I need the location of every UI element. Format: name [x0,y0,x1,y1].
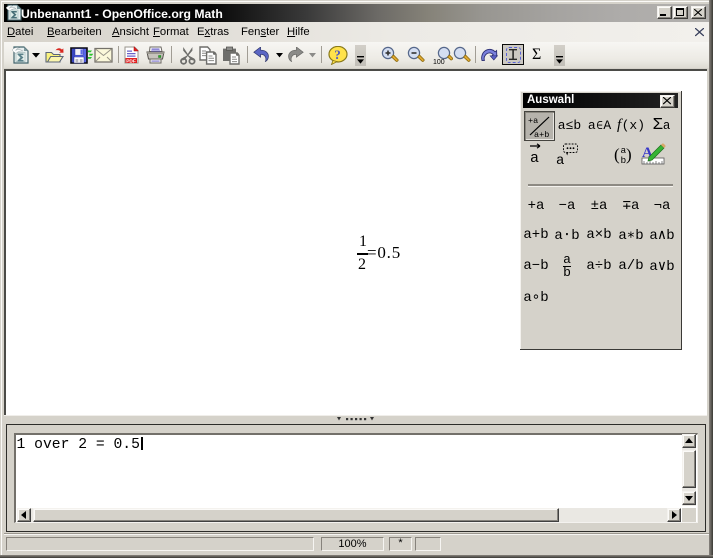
svg-text:?: ? [334,47,341,62]
svg-text:): ) [626,145,632,164]
svg-text:(: ( [614,145,620,164]
svg-text:a: a [556,153,564,167]
svg-text:a: a [530,150,539,166]
svg-text:PDF: PDF [126,58,136,64]
svg-text:+a: +a [528,116,538,126]
svg-text:100: 100 [433,59,445,65]
